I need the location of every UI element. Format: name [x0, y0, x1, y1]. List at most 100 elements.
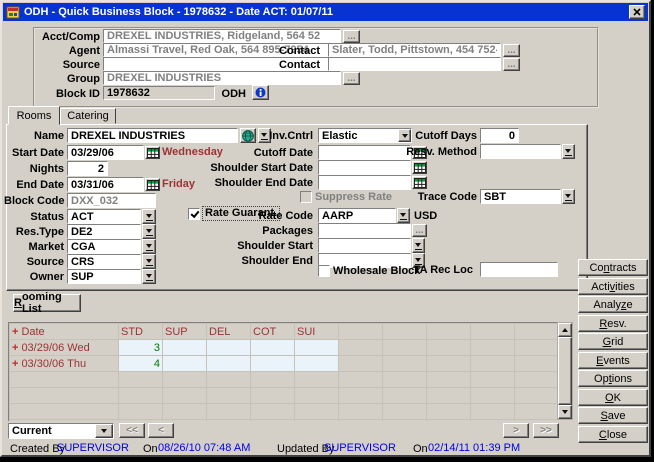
rooming-list-label-post: ooming List: [22, 291, 80, 315]
group-lookup-button[interactable]: ...: [343, 72, 360, 85]
start-date-calendar-button[interactable]: [145, 146, 160, 159]
room-grid[interactable]: +Date STD SUP DEL COT SUI +03/29/06 Wed …: [8, 322, 558, 421]
ok-button[interactable]: OK: [578, 389, 648, 406]
created-by-value: SUPERVISOR: [57, 442, 129, 454]
scroll-up-button[interactable]: [558, 323, 572, 337]
grid-button[interactable]: Grid: [578, 333, 648, 350]
shoulder-start-field[interactable]: [318, 238, 411, 253]
market-field[interactable]: [67, 239, 141, 254]
nav-prev-label: <: [158, 425, 164, 436]
group-field[interactable]: [103, 71, 341, 85]
nav-next-button[interactable]: >: [503, 423, 529, 438]
owner-field[interactable]: [67, 269, 141, 284]
trace-code-dropdown-button[interactable]: [562, 189, 575, 204]
plus-icon: +: [12, 358, 18, 370]
rate-code-field[interactable]: [318, 208, 396, 223]
rooming-list-label-key: R: [14, 297, 22, 309]
shoulder-end-date-calendar-button[interactable]: [412, 176, 427, 189]
shoulder-start-date-field[interactable]: [318, 160, 411, 175]
owner-dropdown-button[interactable]: [142, 269, 156, 284]
rooming-list-button[interactable]: Rooming List: [13, 294, 81, 312]
contact2-field[interactable]: [328, 57, 501, 71]
shoulder-start-date-calendar-button[interactable]: [412, 161, 427, 174]
res-type-dropdown-button[interactable]: [142, 224, 156, 239]
analyze-button[interactable]: Analyze: [578, 296, 648, 313]
suppress-rate-label: Suppress Rate: [315, 191, 392, 204]
resv-button[interactable]: Resv.: [578, 315, 648, 332]
save-button[interactable]: Save: [578, 407, 648, 424]
res-type-field[interactable]: [67, 224, 141, 239]
packages-lookup-button[interactable]: ...: [412, 224, 427, 237]
source2-label: Source: [4, 255, 64, 269]
nav-last-button[interactable]: >>: [533, 423, 559, 438]
contracts-button[interactable]: Contracts: [578, 259, 648, 276]
odh-info-button[interactable]: [252, 85, 269, 100]
nights-field[interactable]: [67, 161, 108, 176]
contact1-lookup-button[interactable]: ...: [503, 44, 520, 57]
scroll-down-button[interactable]: [558, 405, 572, 419]
shoulder-start-date-label: Shoulder Start Date: [182, 161, 313, 175]
info-icon: [255, 87, 266, 98]
rate-code-label: Rate Code: [242, 209, 313, 223]
rate-code-dropdown-button[interactable]: [397, 208, 410, 223]
nav-first-button[interactable]: <<: [119, 423, 145, 438]
name-field[interactable]: [67, 128, 238, 143]
end-date-calendar-button[interactable]: [145, 178, 160, 191]
res-type-label: Res.Type: [4, 225, 64, 239]
updated-by-value: SUPERVISOR: [324, 442, 396, 454]
status-dropdown-button[interactable]: [142, 209, 156, 224]
contact2-label: Contact: [270, 58, 320, 72]
shoulder-start-label: Shoulder Start: [232, 239, 313, 253]
options-button[interactable]: Options: [578, 370, 648, 387]
shoulder-end-date-label: Shoulder End Date: [182, 176, 313, 190]
grid-header-row: +Date STD SUP DEL COT SUI: [10, 324, 559, 340]
wholesale-block-checkbox[interactable]: [318, 265, 330, 277]
resv-method-dropdown-button[interactable]: [562, 144, 575, 159]
status-label: Status: [4, 210, 64, 224]
shoulder-end-date-field[interactable]: [318, 175, 411, 190]
market-dropdown-button[interactable]: [142, 239, 156, 254]
cutoff-days-field[interactable]: [480, 128, 519, 143]
acct-comp-field[interactable]: [103, 29, 341, 43]
shoulder-start-dropdown-button[interactable]: [412, 238, 425, 253]
end-date-field[interactable]: [67, 177, 144, 192]
resv-method-field[interactable]: [480, 144, 561, 159]
ellipsis-icon: ...: [415, 225, 423, 236]
window-title: ODH - Quick Business Block - 1978632 - D…: [24, 6, 333, 18]
scrollbar-thumb[interactable]: [558, 337, 572, 405]
close-button[interactable]: Close: [578, 426, 648, 443]
source2-field[interactable]: [67, 254, 141, 269]
screen: ODH - Quick Business Block - 1978632 - D…: [0, 0, 654, 462]
start-date-field[interactable]: [67, 145, 144, 160]
grid-empty-row: [10, 420, 559, 422]
titlebar: ODH - Quick Business Block - 1978632 - D…: [3, 3, 648, 21]
grid-empty-row: [10, 404, 559, 420]
status-field[interactable]: [67, 209, 141, 224]
calendar-icon: [147, 180, 159, 190]
trace-code-field[interactable]: [480, 189, 561, 204]
grid-row-1-std[interactable]: 3: [119, 340, 163, 356]
tab-rooms-label: Rooms: [17, 110, 52, 122]
view-combo-arrow[interactable]: [95, 424, 113, 438]
end-date-label: End Date: [4, 178, 64, 192]
created-on-value: 08/26/10 07:48 AM: [158, 442, 250, 454]
grid-row-2-std[interactable]: 4: [119, 356, 163, 372]
nav-prev-button[interactable]: <: [148, 423, 174, 438]
activities-button[interactable]: Activities: [578, 278, 648, 295]
dropdown-icon: [146, 228, 153, 236]
ta-rec-loc-field[interactable]: [480, 262, 558, 277]
contact1-field[interactable]: [328, 43, 501, 57]
events-button[interactable]: Events: [578, 352, 648, 369]
market-label: Market: [4, 240, 64, 254]
source2-dropdown-button[interactable]: [142, 254, 156, 269]
grid-scrollbar[interactable]: [557, 322, 573, 420]
packages-field[interactable]: [318, 223, 411, 238]
suppress-rate-checkbox[interactable]: [300, 191, 312, 203]
grid-row-2-date: +03/30/06 Thu: [10, 356, 119, 372]
dropdown-icon: [146, 273, 153, 281]
contact2-lookup-button[interactable]: ...: [503, 58, 520, 71]
rate-guarantee-checkbox[interactable]: [188, 208, 200, 220]
tab-catering[interactable]: Catering: [60, 108, 116, 124]
acct-comp-lookup-button[interactable]: ...: [343, 30, 360, 43]
tab-rooms[interactable]: Rooms: [8, 106, 60, 125]
